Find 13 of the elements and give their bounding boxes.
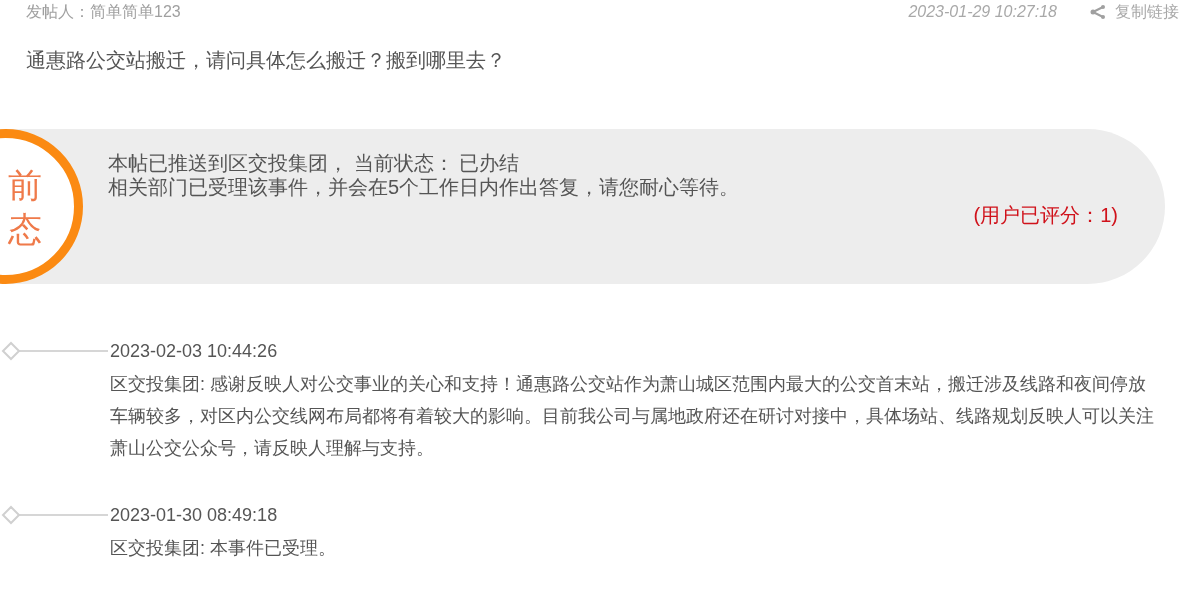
timeline-time: 2023-02-03 10:44:26 bbox=[110, 339, 278, 363]
status-badge: 前 态 bbox=[0, 129, 83, 284]
status-text: 本帖已推送到区交投集团， 当前状态： 已办结 bbox=[108, 151, 521, 175]
copy-link[interactable]: 复制链接 bbox=[1089, 0, 1179, 24]
post-title: 通惠路公交站搬迁，请问具体怎么搬迁？搬到哪里去？ bbox=[25, 48, 507, 73]
timeline-time: 2023-01-30 08:49:18 bbox=[110, 503, 278, 527]
rating-text: (用户已评分：1) bbox=[973, 203, 1118, 228]
author-label: 发帖人：简单简单123 bbox=[26, 2, 181, 22]
status-text: 相关部门已受理该事件，并会在5个工作日内作出答复，请您耐心等待。 bbox=[108, 175, 740, 199]
timeline-text: 区交投集团: 感谢反映人对公交事业的关心和支持！通惠路公交站作为萧山城区范围内最大的公交首末站，搬迁涉及线路和夜间停放车辆较多，对区内公交线网布局都将有着较大的影响。目前我公司与属地政府还在研讨对接中，具体场站、线路规划反映人可以关注萧山公交公众号，请反映人理解与支持。 bbox=[110, 373, 1155, 460]
timeline-text: 区交投集团: 本事件已受理。 bbox=[110, 537, 337, 560]
post-time: 2023-01-29 10:27:18 bbox=[908, 2, 1057, 22]
share-icon bbox=[1089, 4, 1107, 20]
